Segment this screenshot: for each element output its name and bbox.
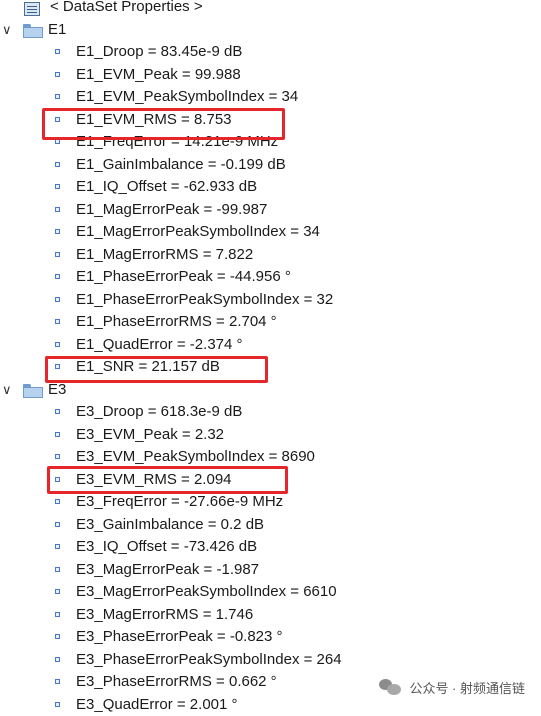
property-bullet-icon: [55, 657, 60, 662]
tree-item-label: E3_IQ_Offset = -73.426 dB: [76, 536, 257, 559]
tree-item-label: E3_PhaseErrorRMS = 0.662 °: [76, 671, 277, 694]
tree-item[interactable]: E3_EVM_Peak = 2.32: [0, 424, 520, 447]
property-bullet-icon: [55, 567, 60, 572]
watermark: 公众号 · 射频通信链: [379, 674, 525, 700]
tree-item[interactable]: E1_MagErrorPeak = -99.987: [0, 199, 520, 222]
tree-item-label: E3_FreqError = -27.66e-9 MHz: [76, 491, 283, 514]
tree-item[interactable]: E1_PhaseErrorPeak = -44.956 °: [0, 266, 520, 289]
watermark-text: 公众号 · 射频通信链: [409, 678, 525, 697]
dataset-properties-label: < DataSet Properties >: [50, 0, 203, 19]
property-bullet-icon: [55, 612, 60, 617]
tree-item[interactable]: E3_Droop = 618.3e-9 dB: [0, 401, 520, 424]
tree-item-label: E1_GainImbalance = -0.199 dB: [76, 154, 286, 177]
tree-item-label: E3_MagErrorPeak = -1.987: [76, 559, 259, 582]
tree-item[interactable]: E1_GainImbalance = -0.199 dB: [0, 154, 520, 177]
highlight-box-e3-evm-rms: [47, 466, 288, 494]
tree-item[interactable]: E3_MagErrorRMS = 1.746: [0, 604, 520, 627]
tree-item-label: E1_MagErrorPeakSymbolIndex = 34: [76, 221, 320, 244]
tree-item[interactable]: E1_EVM_Peak = 99.988: [0, 64, 520, 87]
tree-item[interactable]: E1_MagErrorRMS = 7.822: [0, 244, 520, 267]
property-bullet-icon: [55, 49, 60, 54]
property-bullet-icon: [55, 679, 60, 684]
tree-item-label: E1_IQ_Offset = -62.933 dB: [76, 176, 257, 199]
property-bullet-icon: [55, 499, 60, 504]
property-bullet-icon: [55, 342, 60, 347]
tree-item-label: E1_EVM_Peak = 99.988: [76, 64, 241, 87]
property-bullet-icon: [55, 589, 60, 594]
group-label: E1: [48, 19, 66, 42]
property-bullet-icon: [55, 252, 60, 257]
highlight-box-e1-snr: [45, 356, 268, 383]
tree-item-label: E1_Droop = 83.45e-9 dB: [76, 41, 242, 64]
property-bullet-icon: [55, 702, 60, 707]
tree-item-label: E3_PhaseErrorPeakSymbolIndex = 264: [76, 649, 342, 672]
property-bullet-icon: [55, 297, 60, 302]
tree-item-label: E1_EVM_PeakSymbolIndex = 34: [76, 86, 298, 109]
tree-item-label: E1_PhaseErrorRMS = 2.704 °: [76, 311, 277, 334]
chevron-down-icon[interactable]: ∨: [2, 19, 12, 42]
tree-item-label: E1_PhaseErrorPeak = -44.956 °: [76, 266, 291, 289]
property-bullet-icon: [55, 634, 60, 639]
tree-item[interactable]: E3_PhaseErrorPeakSymbolIndex = 264: [0, 649, 520, 672]
tree-item[interactable]: E3_MagErrorPeakSymbolIndex = 6610: [0, 581, 520, 604]
tree-item[interactable]: E3_MagErrorPeak = -1.987: [0, 559, 520, 582]
tree-item-label: E1_QuadError = -2.374 °: [76, 334, 243, 357]
tree-item[interactable]: E1_MagErrorPeakSymbolIndex = 34: [0, 221, 520, 244]
property-bullet-icon: [55, 162, 60, 167]
tree-item[interactable]: E3_PhaseErrorPeak = -0.823 °: [0, 626, 520, 649]
property-bullet-icon: [55, 409, 60, 414]
property-bullet-icon: [55, 184, 60, 189]
tree-item[interactable]: E3_FreqError = -27.66e-9 MHz: [0, 491, 520, 514]
wechat-icon: [379, 679, 401, 695]
property-bullet-icon: [55, 274, 60, 279]
tree-item[interactable]: E1_PhaseErrorRMS = 2.704 °: [0, 311, 520, 334]
property-bullet-icon: [55, 522, 60, 527]
tree-group-e1[interactable]: ∨ E1: [0, 19, 200, 42]
tree-item-label: E3_QuadError = 2.001 °: [76, 694, 238, 716]
properties-icon: [24, 2, 40, 16]
property-bullet-icon: [55, 94, 60, 99]
tree-item-label: E1_PhaseErrorPeakSymbolIndex = 32: [76, 289, 333, 312]
property-bullet-icon: [55, 207, 60, 212]
highlight-box-e1-evm-rms: [42, 108, 285, 140]
tree-item[interactable]: E1_Droop = 83.45e-9 dB: [0, 41, 520, 64]
folder-open-icon: [23, 24, 43, 38]
tree-item[interactable]: E1_PhaseErrorPeakSymbolIndex = 32: [0, 289, 520, 312]
tree-item-label: E1_MagErrorPeak = -99.987: [76, 199, 267, 222]
tree-item[interactable]: E1_EVM_PeakSymbolIndex = 34: [0, 86, 520, 109]
property-bullet-icon: [55, 229, 60, 234]
tree-item-label: E3_MagErrorRMS = 1.746: [76, 604, 253, 627]
tree-item[interactable]: E1_IQ_Offset = -62.933 dB: [0, 176, 520, 199]
chevron-down-icon[interactable]: ∨: [2, 379, 12, 402]
tree-item-label: E3_EVM_Peak = 2.32: [76, 424, 224, 447]
tree-item-label: E3_GainImbalance = 0.2 dB: [76, 514, 264, 537]
tree-item[interactable]: E3_GainImbalance = 0.2 dB: [0, 514, 520, 537]
property-bullet-icon: [55, 72, 60, 77]
property-bullet-icon: [55, 432, 60, 437]
tree-item-label: E3_Droop = 618.3e-9 dB: [76, 401, 242, 424]
tree-item[interactable]: E3_IQ_Offset = -73.426 dB: [0, 536, 520, 559]
folder-open-icon: [23, 384, 43, 398]
tree-item-label: E1_MagErrorRMS = 7.822: [76, 244, 253, 267]
property-bullet-icon: [55, 544, 60, 549]
tree-item[interactable]: E1_QuadError = -2.374 °: [0, 334, 520, 357]
tree-item-label: E3_PhaseErrorPeak = -0.823 °: [76, 626, 283, 649]
property-bullet-icon: [55, 319, 60, 324]
tree-item-label: E3_MagErrorPeakSymbolIndex = 6610: [76, 581, 337, 604]
property-bullet-icon: [55, 454, 60, 459]
